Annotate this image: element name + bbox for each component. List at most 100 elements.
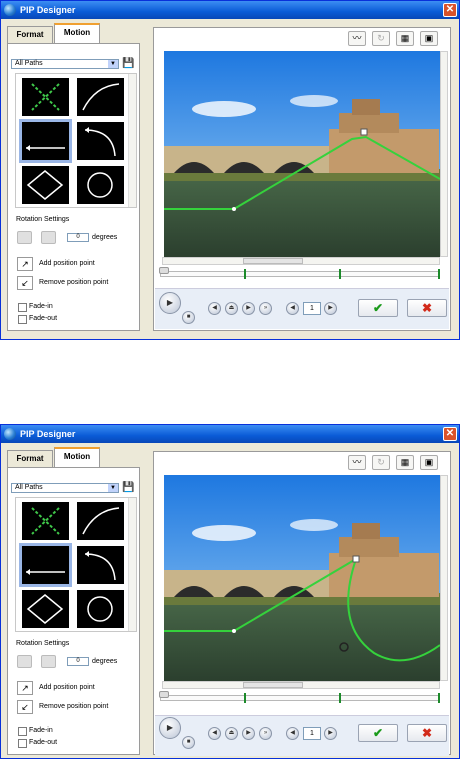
path-filter-dropdown[interactable]: All Paths ▼ xyxy=(11,59,119,69)
path-thumb-cross[interactable] xyxy=(22,502,69,540)
video-preview[interactable] xyxy=(164,475,440,681)
chevron-down-icon[interactable]: ▼ xyxy=(108,484,118,492)
cancel-button[interactable]: ✖ xyxy=(407,724,447,742)
safe-zone-icon[interactable]: ▣ xyxy=(420,455,438,470)
path-thumb-line-left[interactable] xyxy=(19,119,72,163)
remove-point-button[interactable]: ↙ xyxy=(17,276,33,290)
path-filter-value: All Paths xyxy=(15,484,43,491)
path-thumb-circle[interactable] xyxy=(77,166,124,204)
remove-point-label: Remove position point xyxy=(39,279,109,286)
motion-path-icon[interactable]: 〰 xyxy=(348,455,366,470)
preview-vertical-scrollbar[interactable] xyxy=(440,51,448,257)
frame-input[interactable]: 1 xyxy=(303,302,321,315)
preview-horizontal-scrollbar[interactable] xyxy=(162,257,440,265)
path-template-list xyxy=(15,497,137,632)
keyframe-marker[interactable] xyxy=(438,269,440,279)
redo-icon[interactable]: ↻ xyxy=(372,455,390,470)
keyframe-marker[interactable] xyxy=(244,269,246,279)
path-thumb-line-left[interactable] xyxy=(19,543,72,587)
snapshot-button[interactable]: ⏏ xyxy=(225,302,238,315)
path-list-scrollbar[interactable] xyxy=(128,74,136,207)
path-thumb-arc-up[interactable] xyxy=(77,78,124,116)
grid-icon[interactable]: ▦ xyxy=(396,455,414,470)
tab-format[interactable]: Format xyxy=(7,26,53,44)
add-point-button[interactable]: ↗ xyxy=(17,257,33,271)
fade-out-checkbox[interactable] xyxy=(18,739,27,748)
safe-zone-icon[interactable]: ▣ xyxy=(420,31,438,46)
path-thumb-curve-back[interactable] xyxy=(77,546,124,584)
pip-designer-window: PIP Designer ✕ Format Motion All Paths ▼… xyxy=(0,0,460,340)
next-keyframe-button[interactable]: ▶ xyxy=(324,727,337,740)
title-bar: PIP Designer ✕ xyxy=(1,1,459,19)
title-bar: PIP Designer ✕ xyxy=(1,425,459,443)
next-frame-button[interactable]: ▶ xyxy=(242,727,255,740)
keyframe-marker[interactable] xyxy=(438,693,440,703)
timeline-slider[interactable] xyxy=(159,691,169,698)
keyframe-marker[interactable] xyxy=(339,269,341,279)
add-point-button[interactable]: ↗ xyxy=(17,681,33,695)
close-button[interactable]: ✕ xyxy=(443,3,457,17)
close-button[interactable]: ✕ xyxy=(443,427,457,441)
preview-horizontal-scrollbar[interactable] xyxy=(162,681,440,689)
path-thumb-diamond[interactable] xyxy=(22,166,69,204)
fade-in-checkbox[interactable] xyxy=(18,727,27,736)
snapshot-button[interactable]: ⏏ xyxy=(225,727,238,740)
add-point-label: Add position point xyxy=(39,684,95,691)
degrees-input[interactable]: 0 xyxy=(67,657,89,666)
tab-format[interactable]: Format xyxy=(7,450,53,468)
playback-controls xyxy=(155,288,449,329)
keyframe-marker[interactable] xyxy=(339,693,341,703)
path-filter-dropdown[interactable]: All Paths ▼ xyxy=(11,483,119,493)
ok-button[interactable]: ✔ xyxy=(358,299,398,317)
timeline-slider[interactable] xyxy=(159,267,169,274)
path-thumb-arc-up[interactable] xyxy=(77,502,124,540)
ok-button[interactable]: ✔ xyxy=(358,724,398,742)
tab-motion[interactable]: Motion xyxy=(54,447,100,468)
path-thumb-curve-back[interactable] xyxy=(77,122,124,160)
previous-keyframe-button[interactable]: ◀ xyxy=(286,727,299,740)
save-icon[interactable]: 💾 xyxy=(122,58,134,70)
scroll-grip[interactable] xyxy=(243,682,303,688)
stop-button[interactable]: ■ xyxy=(182,311,195,324)
keyframe-marker[interactable] xyxy=(244,693,246,703)
cancel-button[interactable]: ✖ xyxy=(407,299,447,317)
add-point-label: Add position point xyxy=(39,260,95,267)
rotate-left-button[interactable] xyxy=(17,655,32,668)
timeline-track[interactable] xyxy=(160,271,440,277)
previous-frame-button[interactable]: ◀ xyxy=(208,727,221,740)
fast-forward-button[interactable]: » xyxy=(259,727,272,740)
timeline-track[interactable] xyxy=(160,695,440,701)
redo-icon[interactable]: ↻ xyxy=(372,31,390,46)
next-keyframe-button[interactable]: ▶ xyxy=(324,302,337,315)
window-title: PIP Designer xyxy=(20,5,76,15)
rotate-right-button[interactable] xyxy=(41,655,56,668)
rotate-left-button[interactable] xyxy=(17,231,32,244)
frame-input[interactable]: 1 xyxy=(303,727,321,740)
motion-path-icon[interactable]: 〰 xyxy=(348,31,366,46)
fade-out-checkbox[interactable] xyxy=(18,315,27,324)
path-list-scrollbar[interactable] xyxy=(128,498,136,631)
previous-frame-button[interactable]: ◀ xyxy=(208,302,221,315)
fade-out-label: Fade-out xyxy=(29,315,58,322)
fade-in-checkbox[interactable] xyxy=(18,303,27,312)
scroll-grip[interactable] xyxy=(243,258,303,264)
play-button[interactable]: ▶ xyxy=(159,717,181,739)
remove-point-button[interactable]: ↙ xyxy=(17,700,33,714)
path-thumb-cross[interactable] xyxy=(22,78,69,116)
tab-motion[interactable]: Motion xyxy=(54,23,100,44)
path-thumb-diamond[interactable] xyxy=(22,590,69,628)
fade-in-label: Fade-in xyxy=(29,727,53,734)
grid-icon[interactable]: ▦ xyxy=(396,31,414,46)
chevron-down-icon[interactable]: ▼ xyxy=(108,60,118,68)
previous-keyframe-button[interactable]: ◀ xyxy=(286,302,299,315)
rotate-right-button[interactable] xyxy=(41,231,56,244)
play-button[interactable]: ▶ xyxy=(159,292,181,314)
stop-button[interactable]: ■ xyxy=(182,736,195,749)
next-frame-button[interactable]: ▶ xyxy=(242,302,255,315)
path-thumb-circle[interactable] xyxy=(77,590,124,628)
preview-vertical-scrollbar[interactable] xyxy=(440,475,448,681)
save-icon[interactable]: 💾 xyxy=(122,482,134,494)
degrees-input[interactable]: 0 xyxy=(67,233,89,242)
video-preview[interactable] xyxy=(164,51,440,257)
fast-forward-button[interactable]: » xyxy=(259,302,272,315)
